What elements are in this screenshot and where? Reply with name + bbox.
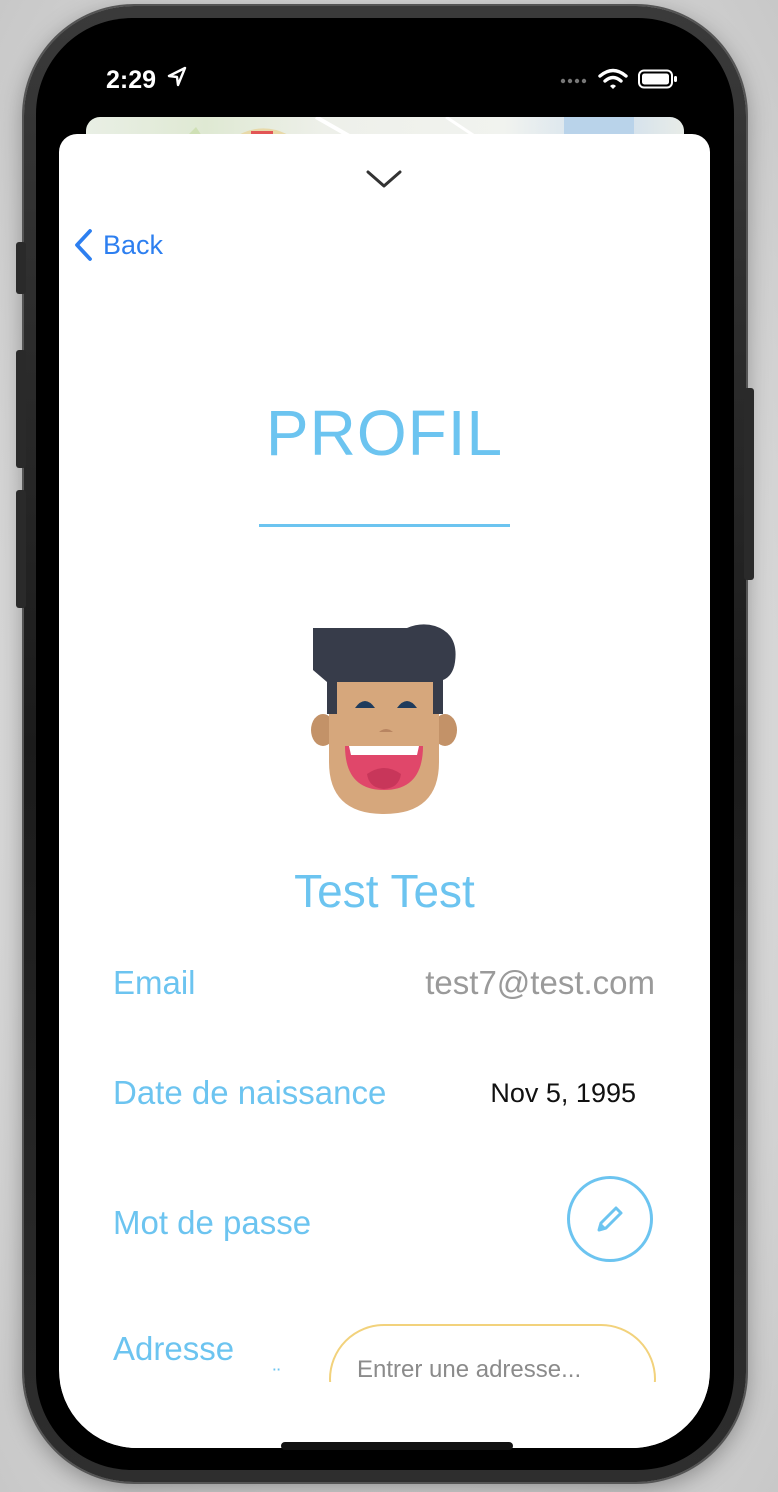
wifi-icon	[598, 68, 628, 89]
volume-up-button	[16, 350, 26, 468]
dob-value[interactable]: Nov 5, 1995	[490, 1078, 636, 1109]
location-arrow-icon	[167, 66, 187, 87]
power-button	[744, 388, 754, 580]
profile-name: Test Test	[294, 865, 475, 917]
chevron-down-icon[interactable]	[365, 168, 403, 190]
email-label: Email	[113, 964, 196, 1001]
title-underline	[259, 524, 510, 527]
volume-down-button	[16, 490, 26, 608]
back-label: Back	[103, 229, 164, 260]
phone-screen: 2:29 Back PROFIL Test Test Email test7@t…	[36, 18, 734, 1470]
avatar	[311, 624, 457, 814]
mute-switch	[16, 242, 26, 294]
status-indicators	[560, 68, 678, 90]
page-title: PROFIL	[265, 397, 504, 469]
chevron-left-icon	[75, 229, 92, 261]
email-value: test7@test.com	[425, 964, 655, 1001]
cellular-signal-icon	[560, 78, 587, 84]
password-label: Mot de passe	[113, 1204, 312, 1241]
status-time: 2:29	[106, 66, 157, 94]
dob-label: Date de naissance	[113, 1074, 387, 1111]
edit-password-button[interactable]	[567, 1176, 653, 1262]
address-label: Adresse	[113, 1330, 235, 1367]
screenshot-stage: 2:29 Back PROFIL Test Test Email test7@t…	[0, 0, 778, 1492]
sheet-bottom-mask	[59, 1382, 710, 1448]
profile-sheet: Back PROFIL Test Test Email test7@test.c…	[59, 134, 710, 1448]
pencil-icon	[597, 1206, 623, 1232]
battery-icon	[638, 69, 677, 89]
home-indicator[interactable]	[281, 1442, 513, 1450]
back-button[interactable]: Back	[73, 228, 163, 262]
